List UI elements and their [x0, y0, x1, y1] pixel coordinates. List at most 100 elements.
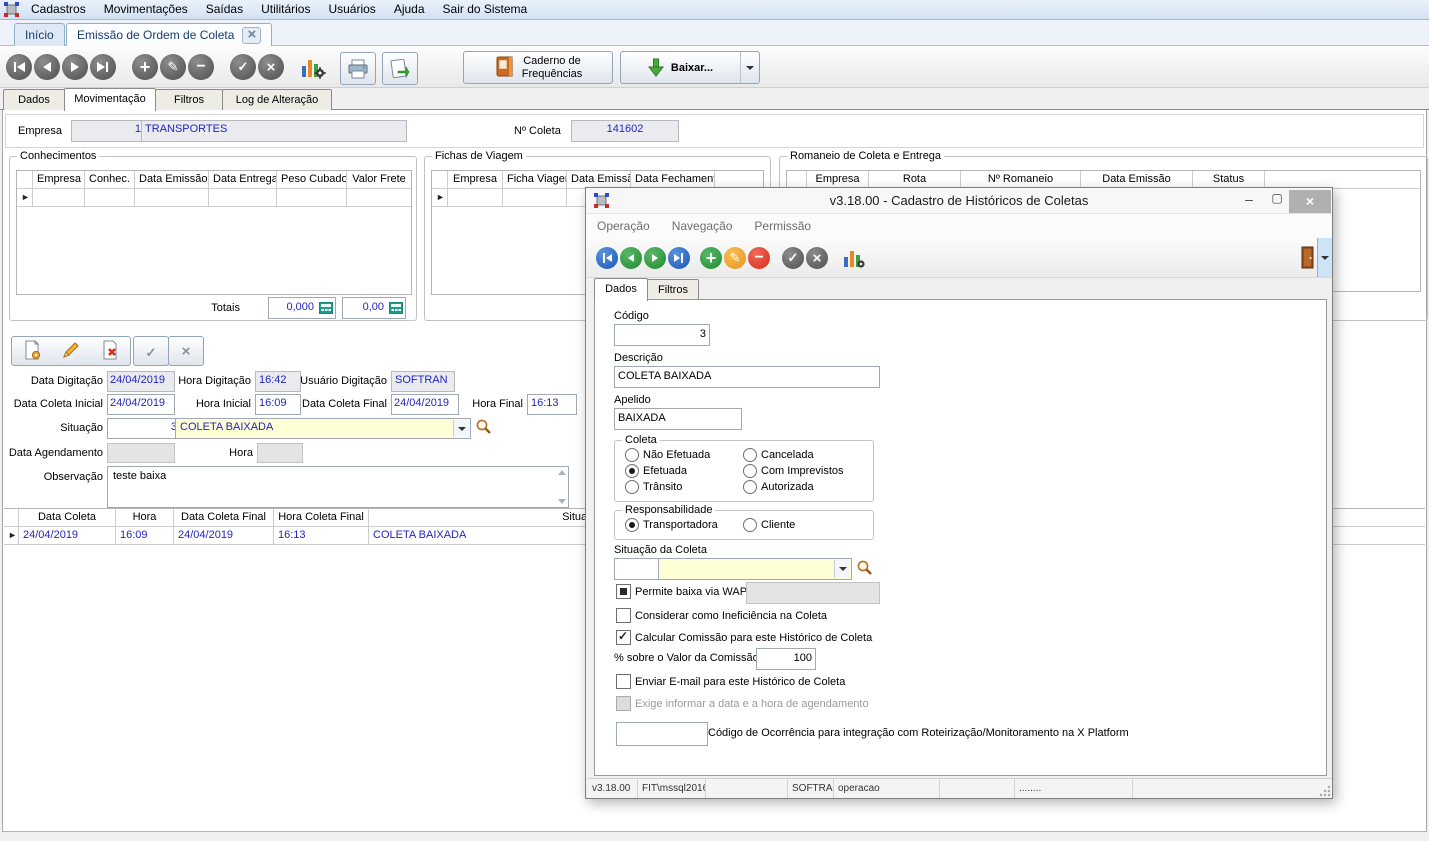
comissao-field[interactable]: 100	[756, 648, 816, 670]
tab-close-icon[interactable]	[242, 27, 261, 44]
cancel-button[interactable]	[258, 54, 284, 80]
column-header[interactable]: Hora	[116, 509, 174, 527]
situacao-combo[interactable]: COLETA BAIXADA	[175, 418, 471, 439]
menu-permissao[interactable]: Permissão	[743, 219, 822, 233]
hora-inicial-field[interactable]: 16:09	[255, 394, 301, 415]
checkbox-permite-baixa-wap[interactable]	[616, 584, 631, 599]
nav-first-button[interactable]	[596, 247, 618, 269]
tab-emissao-ordem-coleta[interactable]: Emissão de Ordem de Coleta	[66, 23, 272, 46]
situacao-coleta-combo[interactable]	[658, 558, 852, 580]
confirm-record-button[interactable]	[133, 336, 169, 366]
dialog-tab-filtros[interactable]: Filtros	[647, 279, 699, 300]
radio-transito[interactable]	[625, 480, 639, 494]
observacao-textarea[interactable]: teste baixa	[107, 466, 569, 508]
descricao-field[interactable]: COLETA BAIXADA	[614, 366, 880, 388]
minimize-button[interactable]: –	[1236, 191, 1262, 211]
confirm-button[interactable]	[782, 247, 804, 269]
nav-last-button[interactable]	[90, 54, 116, 80]
chevron-down-icon[interactable]	[834, 560, 850, 578]
add-button[interactable]	[700, 247, 722, 269]
menu-operacao[interactable]: Operação	[586, 219, 661, 233]
nav-next-button[interactable]	[62, 54, 88, 80]
chart-icon[interactable]	[300, 54, 326, 83]
menu-movimentacoes[interactable]: Movimentações	[95, 0, 197, 19]
nav-prev-button[interactable]	[34, 54, 60, 80]
cancel-record-button[interactable]	[168, 336, 204, 366]
new-record-button[interactable]	[22, 340, 42, 363]
table-row[interactable]	[17, 189, 411, 207]
menu-navegacao[interactable]: Navegação	[661, 219, 744, 233]
dialog-tab-dados[interactable]: Dados	[594, 278, 648, 301]
apelido-field[interactable]: BAIXADA	[614, 408, 742, 430]
column-header[interactable]: Ficha Viagem	[503, 171, 567, 189]
edit-button[interactable]	[724, 247, 746, 269]
empresa-code-field[interactable]: 1	[71, 120, 145, 142]
column-header[interactable]: Conhec.	[85, 171, 135, 189]
column-header[interactable]: Hora Coleta Final	[274, 509, 369, 527]
export-button[interactable]	[382, 52, 418, 85]
caderno-frequencias-button[interactable]: Caderno de Frequências	[463, 51, 613, 84]
radio-cliente[interactable]	[743, 518, 757, 532]
form-tab-dados[interactable]: Dados	[3, 89, 65, 110]
add-button[interactable]	[132, 54, 158, 80]
nav-first-button[interactable]	[6, 54, 32, 80]
hora-digitacao-field[interactable]: 16:42	[255, 371, 301, 392]
column-header[interactable]: Data Entrega	[209, 171, 277, 189]
chart-icon[interactable]	[842, 246, 866, 273]
calculator-icon[interactable]	[387, 298, 405, 318]
column-header[interactable]: Data Emissão	[135, 171, 209, 189]
checkbox-enviar-email[interactable]	[616, 674, 631, 689]
baixar-dropdown[interactable]	[740, 52, 759, 83]
nav-next-button[interactable]	[644, 247, 666, 269]
checkbox-calcular-comissao[interactable]	[616, 630, 631, 645]
radio-efetuada[interactable]	[625, 464, 639, 478]
maximize-button[interactable]: ▢	[1264, 191, 1290, 211]
calculator-icon[interactable]	[317, 298, 335, 318]
menu-saidas[interactable]: Saídas	[197, 0, 252, 19]
data-digitacao-field[interactable]: 24/04/2019	[107, 371, 175, 392]
toolbar-overflow-dropdown[interactable]	[1317, 238, 1332, 277]
nav-prev-button[interactable]	[620, 247, 642, 269]
radio-cancelada[interactable]	[743, 448, 757, 462]
menu-cadastros[interactable]: Cadastros	[22, 0, 95, 19]
chevron-down-icon[interactable]	[453, 420, 469, 437]
baixar-button[interactable]: Baixar...	[620, 51, 760, 84]
confirm-button[interactable]	[230, 54, 256, 80]
checkbox-ineficiencia[interactable]	[616, 608, 631, 623]
radio-nao-efetuada[interactable]	[625, 448, 639, 462]
column-header[interactable]: Peso Cubado	[277, 171, 347, 189]
situacao-code-field[interactable]: 3	[107, 418, 181, 439]
remove-button[interactable]	[748, 247, 770, 269]
scroll-down-icon[interactable]	[558, 499, 566, 504]
form-tab-log-alteracao[interactable]: Log de Alteração	[222, 89, 332, 110]
delete-record-button[interactable]	[100, 340, 120, 363]
column-header[interactable]: Empresa	[448, 171, 503, 189]
data-coleta-inicial-field[interactable]: 24/04/2019	[107, 394, 175, 415]
exit-door-icon[interactable]	[1300, 246, 1316, 273]
n-coleta-field[interactable]: 141602	[571, 120, 679, 142]
menu-sair[interactable]: Sair do Sistema	[434, 0, 537, 19]
form-tab-movimentacao[interactable]: Movimentação	[64, 88, 156, 111]
menu-ajuda[interactable]: Ajuda	[385, 0, 434, 19]
radio-autorizada[interactable]	[743, 480, 757, 494]
codigo-field[interactable]: 3	[614, 324, 710, 346]
usuario-digitacao-field[interactable]: SOFTRAN	[391, 371, 455, 392]
empresa-name-field[interactable]: TRANSPORTES	[141, 120, 407, 142]
close-button[interactable]: ×	[1289, 190, 1331, 213]
print-button[interactable]	[340, 52, 376, 85]
column-header[interactable]: Data Coleta	[19, 509, 116, 527]
column-header[interactable]: Data Coleta Final	[174, 509, 274, 527]
scroll-up-icon[interactable]	[558, 470, 566, 475]
situacao-coleta-code-field[interactable]	[614, 558, 664, 580]
edit-record-button[interactable]	[61, 340, 81, 363]
ocorrencia-field[interactable]	[616, 722, 708, 746]
remove-button[interactable]	[188, 54, 214, 80]
total-peso-field[interactable]: 0,000	[268, 297, 336, 319]
resize-grip[interactable]	[1319, 785, 1331, 797]
dialog-titlebar[interactable]: v3.18.00 - Cadastro de Históricos de Col…	[586, 188, 1332, 214]
form-tab-filtros[interactable]: Filtros	[155, 89, 223, 110]
search-icon[interactable]	[475, 418, 492, 438]
edit-button[interactable]	[160, 54, 186, 80]
radio-com-imprevistos[interactable]	[743, 464, 757, 478]
nav-last-button[interactable]	[668, 247, 690, 269]
